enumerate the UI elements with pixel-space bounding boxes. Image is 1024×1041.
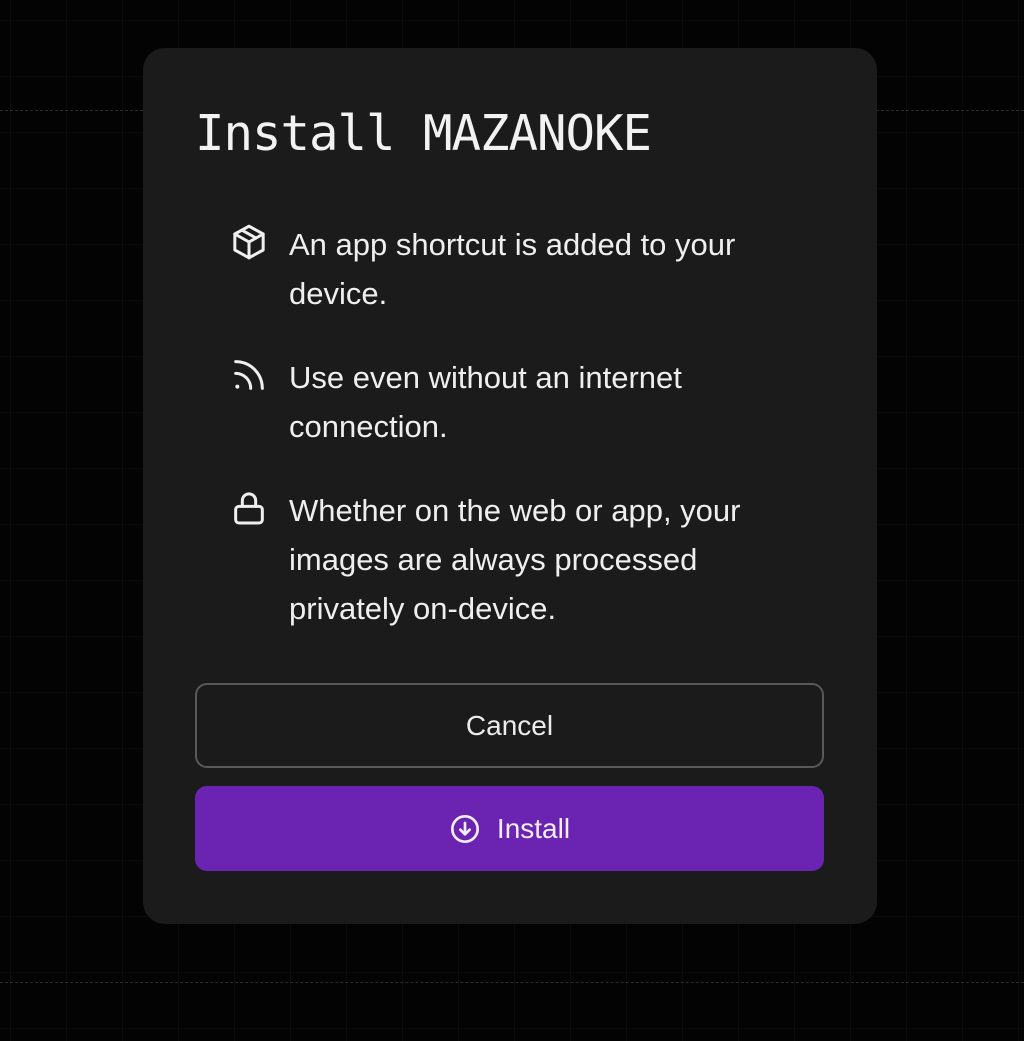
feature-text: Whether on the web or app, your images a… (289, 493, 741, 626)
package-icon (229, 222, 269, 262)
dialog-title: Install MAZANOKE (195, 105, 652, 162)
feature-item-privacy: Whether on the web or app, your images a… (229, 486, 789, 633)
feature-text: Use even without an internet connection. (289, 360, 682, 444)
install-dialog: Install MAZANOKE An app shortcut is adde… (143, 48, 877, 924)
feature-item-shortcut: An app shortcut is added to your device. (229, 220, 789, 318)
install-button[interactable]: Install (195, 786, 824, 871)
feature-list: An app shortcut is added to your device.… (229, 220, 789, 668)
cancel-button-label: Cancel (465, 709, 554, 741)
rss-icon (229, 355, 269, 395)
lock-icon (229, 488, 269, 528)
feature-item-offline: Use even without an internet connection. (229, 353, 789, 451)
download-circle-icon (449, 813, 481, 845)
dashed-divider-bottom (0, 982, 1024, 983)
install-button-label: Install (496, 812, 571, 844)
cancel-button[interactable]: Cancel (195, 683, 824, 768)
feature-text: An app shortcut is added to your device. (289, 227, 736, 311)
